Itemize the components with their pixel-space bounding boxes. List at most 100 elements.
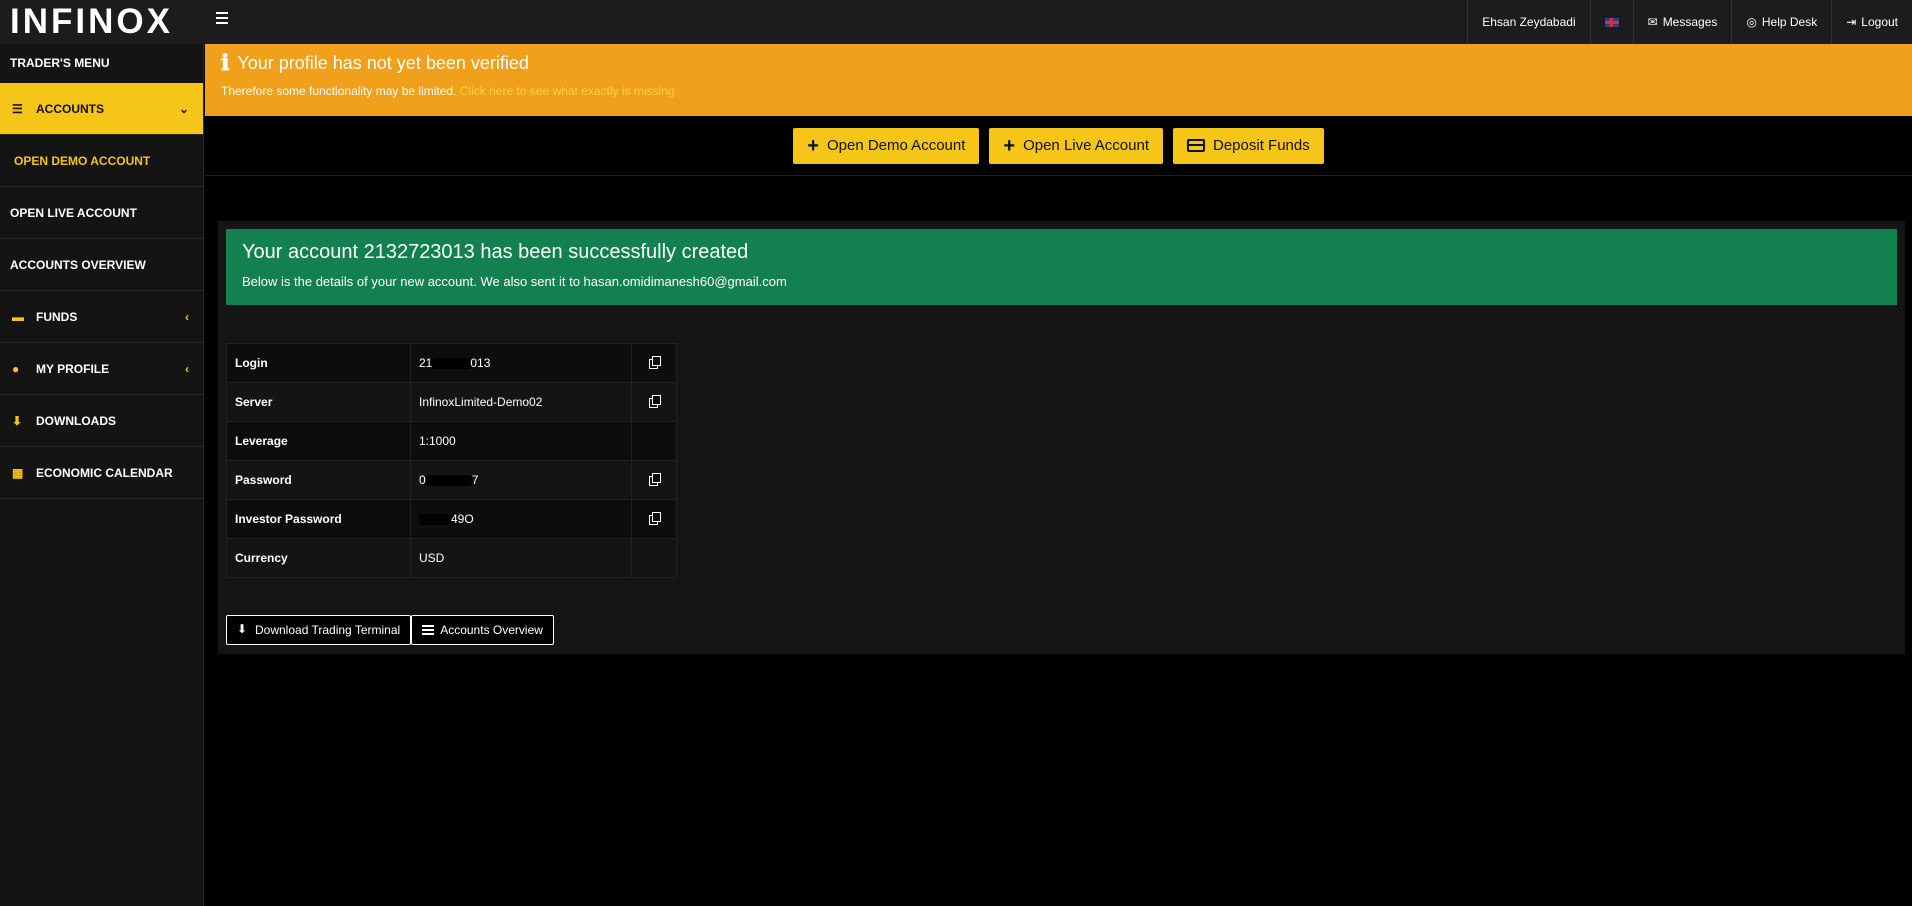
- currency-label: Currency: [226, 538, 411, 578]
- account-details-table: Login 21 013 Server InfinoxLimited-Demo02…: [226, 343, 677, 578]
- lifebuoy-icon: ◎: [1746, 15, 1757, 29]
- helpdesk-link[interactable]: ◎ Help Desk: [1731, 0, 1831, 44]
- investor-password-label: Investor Password: [226, 499, 411, 539]
- envelope-icon: ✉: [1647, 15, 1658, 29]
- password-value-end: 7: [471, 473, 479, 487]
- login-value-start: 21: [419, 356, 433, 370]
- currency-value: USD: [410, 538, 632, 578]
- chevron-down-icon: ⌄: [178, 101, 189, 116]
- button-label: Open Demo Account: [826, 137, 966, 154]
- helpdesk-label: Help Desk: [1761, 15, 1818, 29]
- leverage-value: 1:1000: [410, 421, 632, 461]
- server-value: InfinoxLimited-Demo02: [410, 382, 632, 422]
- copy-server-button[interactable]: [631, 382, 677, 422]
- sidebar-subitem-accounts-overview[interactable]: ACCOUNTS OVERVIEW: [0, 239, 203, 291]
- button-label: Open Live Account: [1023, 137, 1149, 154]
- login-label: Login: [226, 343, 411, 383]
- table-row: Password 07: [226, 460, 677, 500]
- sidebar-subitem-open-live[interactable]: OPEN LIVE ACCOUNT: [0, 187, 203, 239]
- deposit-funds-button[interactable]: Deposit Funds: [1173, 127, 1324, 164]
- top-nav: Ehsan Zeydabadi ✉ Messages ◎ Help Desk ⇥ Lo…: [1467, 0, 1912, 44]
- sidebar-item-label: DOWNLOADS: [36, 413, 116, 428]
- wallet-icon: ▬: [12, 309, 24, 324]
- chevron-left-icon: ‹: [185, 361, 189, 376]
- main-content: ℹ Your profile has not yet been verified…: [205, 44, 1912, 906]
- verification-alert: ℹ Your profile has not yet been verified…: [205, 44, 1912, 116]
- copy-login-button[interactable]: [631, 343, 677, 383]
- missing-info-link[interactable]: Click here to see what exactly is missin…: [460, 84, 675, 98]
- language-selector[interactable]: [1589, 0, 1633, 44]
- logout-icon: ⇥: [1846, 15, 1857, 29]
- investor-password-value: 49O: [410, 499, 632, 539]
- copy-icon: [648, 472, 661, 486]
- action-bar: + Open Demo Account + Open Live Account …: [205, 116, 1912, 176]
- table-row: Server InfinoxLimited-Demo02: [226, 382, 677, 422]
- investor-password-value-end: 49O: [451, 512, 474, 526]
- redaction: [432, 358, 471, 370]
- messages-label: Messages: [1662, 15, 1718, 29]
- sidebar: TRADER'S MENU ☰ ACCOUNTS ⌄ OPEN DEMO ACC…: [0, 44, 204, 906]
- open-demo-account-button[interactable]: + Open Demo Account: [793, 127, 980, 164]
- infinox-logo[interactable]: INFINOX: [10, 4, 173, 40]
- redaction: [419, 514, 451, 526]
- open-live-account-button[interactable]: + Open Live Account: [989, 127, 1163, 164]
- table-row: Currency USD: [226, 538, 677, 578]
- uk-flag-icon: [1604, 17, 1619, 27]
- button-label: Deposit Funds: [1213, 137, 1310, 154]
- sidebar-item-funds[interactable]: ▬ FUNDS ‹: [0, 291, 203, 343]
- success-title: Your account 2132723013 has been success…: [242, 241, 749, 263]
- credit-card-icon: [1187, 139, 1205, 152]
- password-value-start: 0: [419, 473, 426, 487]
- password-label: Password: [226, 460, 411, 500]
- plus-icon: +: [1003, 134, 1016, 157]
- sidebar-item-my-profile[interactable]: ● MY PROFILE ‹: [0, 343, 203, 395]
- sidebar-item-label: MY PROFILE: [36, 361, 110, 376]
- table-row: Login 21 013: [226, 343, 677, 383]
- empty-cell: [631, 421, 677, 461]
- calendar-icon: ▦: [12, 465, 24, 480]
- logout-link[interactable]: ⇥ Logout: [1831, 0, 1912, 44]
- account-created-panel: Your account 2132723013 has been success…: [218, 221, 1905, 654]
- sidebar-item-economic-calendar[interactable]: ▦ ECONOMIC CALENDAR: [0, 447, 203, 499]
- sidebar-title: TRADER'S MENU: [10, 56, 110, 70]
- leverage-label: Leverage: [226, 421, 411, 461]
- sidebar-item-accounts[interactable]: ☰ ACCOUNTS ⌄: [0, 83, 203, 135]
- copy-icon: [648, 355, 661, 369]
- copy-password-button[interactable]: [631, 460, 677, 500]
- copy-icon: [648, 511, 661, 525]
- logout-label: Logout: [1861, 15, 1898, 29]
- accounts-overview-button[interactable]: Accounts Overview: [411, 615, 554, 645]
- alert-text: Therefore some functionality may be limi…: [221, 84, 457, 98]
- download-icon: [237, 622, 249, 636]
- button-label: Download Trading Terminal: [255, 623, 401, 637]
- user-icon: ●: [12, 361, 20, 376]
- button-label: Accounts Overview: [440, 623, 543, 637]
- table-row: Leverage 1:1000: [226, 421, 677, 461]
- user-menu[interactable]: Ehsan Zeydabadi: [1467, 0, 1589, 44]
- bottom-buttons: Download Trading Terminal Accounts Overv…: [226, 615, 554, 645]
- list-icon: [422, 625, 435, 635]
- login-value-end: 013: [470, 356, 491, 370]
- alert-title: Your profile has not yet been verified: [237, 52, 529, 73]
- password-value: 07: [410, 460, 632, 500]
- plus-icon: +: [807, 134, 819, 157]
- messages-link[interactable]: ✉ Messages: [1632, 0, 1732, 44]
- user-name: Ehsan Zeydabadi: [1482, 15, 1576, 29]
- download-icon: ⬇: [12, 413, 23, 428]
- sidebar-item-downloads[interactable]: ⬇ DOWNLOADS: [0, 395, 203, 447]
- info-icon: ℹ: [221, 50, 230, 75]
- download-trading-terminal-button[interactable]: Download Trading Terminal: [226, 615, 412, 645]
- copy-investor-password-button[interactable]: [631, 499, 677, 539]
- success-banner: Your account 2132723013 has been success…: [226, 229, 1897, 305]
- empty-cell: [631, 538, 677, 578]
- top-bar: INFINOX Ehsan Zeydabadi ✉ Messages ◎ Help …: [0, 0, 1912, 44]
- hamburger-menu-icon[interactable]: [216, 12, 230, 26]
- table-row: Investor Password 49O: [226, 499, 677, 539]
- redaction: [425, 475, 472, 487]
- sidebar-item-label: ACCOUNTS: [36, 101, 104, 116]
- sidebar-item-label: FUNDS: [36, 309, 78, 324]
- sidebar-subitem-open-demo[interactable]: OPEN DEMO ACCOUNT: [0, 135, 203, 187]
- chevron-left-icon: ‹: [185, 309, 189, 324]
- success-text: Below is the details of your new account…: [242, 274, 787, 289]
- login-value: 21 013: [410, 343, 632, 383]
